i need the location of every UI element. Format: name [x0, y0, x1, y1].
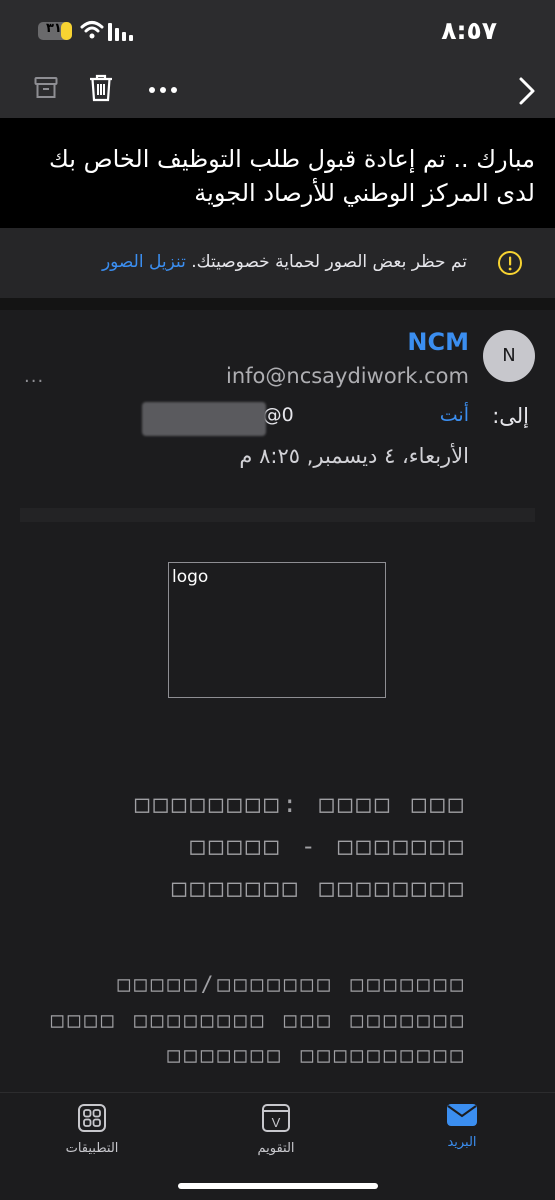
- download-images-link[interactable]: تنزيل الصور: [102, 252, 186, 272]
- redacted-block: [142, 402, 266, 436]
- wifi-icon: [80, 21, 104, 39]
- calendar-icon: V: [262, 1104, 290, 1132]
- recipient-you[interactable]: أنت: [440, 404, 469, 426]
- body-line: □□□□□□□ - □□□□□: [190, 832, 467, 860]
- body-line: □□□□□□□ □□□ □□□□□□□□ □□□□: [50, 1008, 467, 1032]
- body-line: □□□□□□□□ □□□□□□□: [171, 874, 467, 902]
- chevron-right-icon[interactable]: [518, 76, 536, 106]
- status-bar: ٣١ ٨:٥٧: [0, 0, 555, 62]
- home-indicator[interactable]: [178, 1183, 378, 1189]
- apps-grid-icon: [78, 1104, 106, 1132]
- more-details-icon[interactable]: ...: [24, 366, 44, 387]
- tab-apps-label: التطبيقات: [65, 1141, 119, 1156]
- battery-level: [61, 22, 72, 40]
- more-icon[interactable]: [148, 86, 178, 94]
- email-date: الأربعاء، ٤ ديسمبر, ٨:٢٥ م: [239, 444, 469, 468]
- tab-mail-label: البريد: [447, 1135, 477, 1150]
- clock-time: ٨:٥٧: [441, 16, 497, 45]
- privacy-message: تم حظر بعض الصور لحماية خصوصيتك. تنزيل ا…: [102, 252, 467, 272]
- tab-apps[interactable]: التطبيقات: [42, 1103, 142, 1156]
- body-divider: [20, 508, 535, 522]
- calendar-glyph: V: [272, 1115, 281, 1130]
- section-divider: [0, 298, 555, 310]
- body-line: □□□□□□□□□□ □□□□□□□: [167, 1043, 467, 1067]
- body-line: □□□ □□□□ :□□□□□□□□: [134, 790, 467, 818]
- battery-icon: ٣١: [38, 21, 72, 40]
- sender-avatar[interactable]: N: [483, 330, 535, 382]
- email-subject: مبارك .. تم إعادة قبول طلب التوظيف الخاص…: [49, 145, 535, 207]
- privacy-message-text: تم حظر بعض الصور لحماية خصوصيتك.: [191, 252, 467, 272]
- warning-icon: [498, 251, 522, 275]
- battery-label: ٣١: [46, 21, 62, 36]
- sender-name[interactable]: NCM: [407, 328, 469, 356]
- tab-calendar-label: التقويم: [257, 1141, 295, 1156]
- logo-alt-text: logo: [172, 567, 209, 587]
- email-header: N NCM info@ncsaydiwork.com ... إلى: أنت …: [0, 310, 555, 500]
- logo-image-placeholder: logo: [168, 562, 386, 698]
- archive-icon[interactable]: [34, 76, 58, 100]
- message-toolbar: [0, 62, 555, 118]
- privacy-banner: تم حظر بعض الصور لحماية خصوصيتك. تنزيل ا…: [0, 228, 555, 298]
- sender-email: info@ncsaydiwork.com: [226, 364, 469, 388]
- mail-icon: [447, 1104, 477, 1126]
- tab-mail[interactable]: البريد: [412, 1103, 512, 1150]
- body-line: □□□□□□□ □□□□□□□/□□□□□: [117, 972, 467, 996]
- subject-area: مبارك .. تم إعادة قبول طلب التوظيف الخاص…: [0, 118, 555, 228]
- signal-icon: [108, 23, 133, 41]
- tab-calendar[interactable]: V التقويم: [226, 1103, 326, 1156]
- trash-icon[interactable]: [88, 74, 114, 102]
- to-label: إلى:: [492, 404, 529, 428]
